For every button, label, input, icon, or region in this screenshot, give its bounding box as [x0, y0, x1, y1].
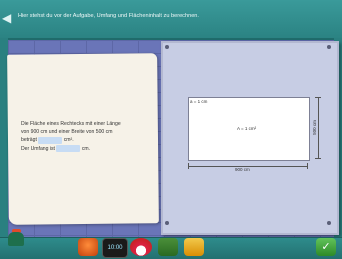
task-line-3: beträgt cm².	[21, 136, 146, 144]
screw-icon	[165, 45, 169, 49]
task-line-3-prefix: beträgt	[21, 137, 37, 144]
game-screen: ◀ Hier stehst du vor der Aufgabe, Umfang…	[0, 0, 342, 259]
area-label: A = 1 cm²	[237, 126, 257, 131]
unit-square-label: a = 1 cm	[190, 99, 208, 104]
gauge-icon[interactable]	[130, 238, 152, 256]
height-tick-top	[315, 97, 321, 98]
green-action-button[interactable]	[158, 238, 178, 256]
task-line-4-unit: cm.	[81, 145, 91, 152]
task-line-1: Die Fläche eines Rechtecks mit einer Län…	[21, 121, 121, 127]
width-label: 900 cm	[235, 167, 250, 172]
back-arrow-icon[interactable]: ◀	[2, 12, 12, 24]
instruction-bar: ◀ Hier stehst du vor der Aufgabe, Umfang…	[0, 0, 342, 40]
book-icon[interactable]	[184, 238, 204, 256]
width-tick-left	[188, 163, 189, 169]
clock-display: 10:00	[102, 238, 128, 258]
width-tick-right	[307, 163, 308, 169]
check-button[interactable]: ✓	[316, 238, 336, 256]
character-icon	[8, 232, 24, 246]
height-tick-bottom	[315, 158, 321, 159]
task-line-4: Der Umfang ist cm.	[21, 144, 146, 153]
area-answer-input[interactable]	[38, 136, 63, 144]
perimeter-answer-input[interactable]	[56, 144, 81, 152]
orange-action-button[interactable]	[78, 238, 98, 256]
task-line-2: von 900 cm und einer Breite von 500 cm	[21, 129, 113, 136]
height-label: 500 cm	[311, 120, 317, 135]
task-line-4-prefix: Der Umfang ist	[21, 145, 55, 152]
instruction-text: Hier stehst du vor der Aufgabe, Umfang u…	[18, 13, 199, 19]
screw-icon	[165, 221, 169, 225]
task-line-3-unit: cm².	[63, 137, 74, 144]
screw-icon	[327, 221, 331, 225]
task-text: Die Fläche eines Rechtecks mit einer Län…	[21, 120, 146, 153]
height-dimension-line	[318, 97, 319, 159]
screw-icon	[327, 45, 331, 49]
